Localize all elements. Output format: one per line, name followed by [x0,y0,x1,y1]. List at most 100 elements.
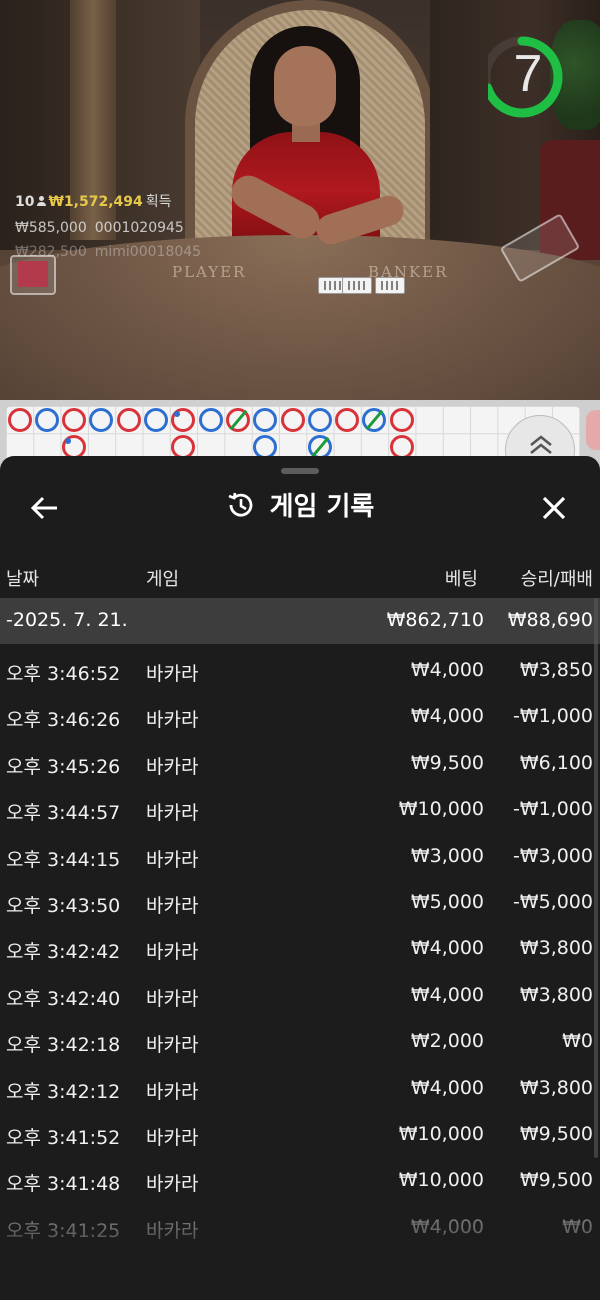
player-bet-line: ₩282,500 mimi00018045 [15,244,201,260]
history-row[interactable]: 오후 3:42:42 바카라 ₩4,000 ₩3,800 [0,926,600,972]
bead-result [225,407,250,432]
bet-user: 0001020945 [94,220,184,236]
row-game: 바카라 [146,848,199,871]
bead-result [198,407,223,432]
bead-result [389,407,414,432]
bead-result [144,407,168,432]
row-win-loss: ₩3,800 [519,1076,593,1099]
row-time: 오후 3:43:50 [6,894,121,917]
list-fade-overlay [0,1216,600,1300]
column-header-game: 게임 [146,569,180,590]
row-win-loss: ₩3,850 [519,659,593,681]
winnings-suffix: 획득 [145,194,172,210]
chevron-up-icon [530,435,552,454]
row-bet: ₩9,500 [410,751,484,774]
row-game: 바카라 [146,663,199,685]
row-time: 오후 3:44:57 [6,802,121,825]
bet-amount: ₩585,000 [15,220,87,236]
row-bet: ₩5,000 [410,890,484,913]
close-button[interactable] [536,490,572,526]
row-game: 바카라 [146,1034,199,1057]
row-win-loss: -₩5,000 [512,890,593,913]
row-bet: ₩4,000 [410,983,484,1006]
history-row[interactable]: 오후 3:41:52 바카라 ₩10,000 ₩9,500 [0,1112,600,1158]
summary-date: -2025. 7. 21. [6,609,128,631]
row-time: 오후 3:45:26 [6,755,121,778]
history-row[interactable]: 오후 3:42:40 바카라 ₩4,000 ₩3,800 [0,973,600,1019]
row-win-loss: -₩1,000 [512,798,593,821]
sheet-header: 게임 기록 [0,486,600,530]
bead-result [307,407,332,432]
playing-card [375,277,405,294]
row-game: 바카라 [146,1080,199,1103]
bead-result [89,407,114,432]
row-time: 오후 3:46:52 [6,663,121,685]
row-bet: ₩10,000 [398,1122,484,1145]
playing-card [342,277,372,294]
row-game: 바카라 [146,802,199,825]
row-time: 오후 3:44:15 [6,848,121,871]
row-bet: ₩4,000 [410,659,484,681]
row-bet: ₩4,000 [410,1076,484,1099]
column-header-win-loss: 승리/패배 [520,569,593,590]
person-icon [37,196,47,206]
row-game: 바카라 [146,709,199,732]
bead-result [335,407,360,432]
row-bet: ₩10,000 [398,1169,484,1192]
bead-result [280,407,305,432]
live-video-feed: PLAYER BANKER 10 ₩1,572,494 획득 ₩585,000 000… [0,0,600,400]
row-time: 오후 3:42:42 [6,941,121,964]
dealer-face [274,46,336,126]
row-time: 오후 3:42:12 [6,1080,121,1103]
history-row[interactable]: 오후 3:43:50 바카라 ₩5,000 -₩5,000 [0,880,600,926]
history-row[interactable]: 오후 3:42:18 바카라 ₩2,000 ₩0 [0,1019,600,1065]
row-win-loss: ₩0 [562,1030,593,1053]
timer-value: 7 [513,45,543,103]
page-title: 게임 기록 [269,492,375,522]
summary-win-total: ₩88,690 [507,609,593,631]
history-row[interactable]: 오후 3:46:26 바카라 ₩4,000 -₩1,000 [0,694,600,740]
winnings-amount: ₩1,572,494 [48,194,143,210]
bead-result [116,407,141,432]
game-history-sheet: 게임 기록 날짜 게임 베팅 승리/패배 -2025. 7. 21. ₩862,… [0,456,600,1300]
bead-result [253,407,278,432]
row-win-loss: ₩9,500 [519,1122,593,1145]
history-row[interactable]: 오후 3:46:52 바카라 ₩4,000 ₩3,850 [0,648,600,694]
row-time: 오후 3:41:48 [6,1173,121,1196]
row-win-loss: ₩3,800 [519,937,593,960]
history-row[interactable]: 오후 3:44:57 바카라 ₩10,000 -₩1,000 [0,787,600,833]
row-game: 바카라 [146,755,199,778]
row-win-loss: -₩3,000 [512,844,593,867]
row-win-loss: -₩1,000 [512,705,593,728]
history-row[interactable]: 오후 3:42:12 바카라 ₩4,000 ₩3,800 [0,1066,600,1112]
row-bet: ₩2,000 [410,1030,484,1053]
row-game: 바카라 [146,1126,199,1149]
bet-amount: ₩282,500 [15,244,87,260]
row-time: 오후 3:42:18 [6,1034,121,1057]
row-bet: ₩4,000 [410,937,484,960]
close-icon [542,496,566,520]
row-time: 오후 3:41:52 [6,1126,121,1149]
row-win-loss: ₩6,100 [519,751,593,774]
bead-result [62,407,87,432]
history-row[interactable]: 오후 3:41:48 바카라 ₩10,000 ₩9,500 [0,1158,600,1204]
history-row[interactable]: 오후 3:44:15 바카라 ₩3,000 -₩3,000 [0,834,600,880]
row-win-loss: ₩9,500 [519,1169,593,1192]
row-time: 오후 3:42:40 [6,987,121,1010]
side-panel-edge[interactable] [586,410,600,450]
betting-countdown-timer: 7 [481,22,574,132]
sheet-drag-handle[interactable] [281,468,319,474]
summary-bet-total: ₩862,710 [386,609,484,631]
row-game: 바카라 [146,987,199,1010]
row-game: 바카라 [146,941,199,964]
card-discard-tray [10,255,56,295]
date-summary-row[interactable]: -2025. 7. 21. ₩862,710 ₩88,690 [0,598,600,644]
player-bet-line: ₩585,000 0001020945 [15,220,184,236]
table-label-player: PLAYER [172,263,247,281]
row-bet: ₩10,000 [398,798,484,821]
bead-result [7,407,32,432]
bead-result [362,407,387,432]
bead-result [34,407,59,432]
row-game: 바카라 [146,894,199,917]
history-row[interactable]: 오후 3:45:26 바카라 ₩9,500 ₩6,100 [0,741,600,787]
